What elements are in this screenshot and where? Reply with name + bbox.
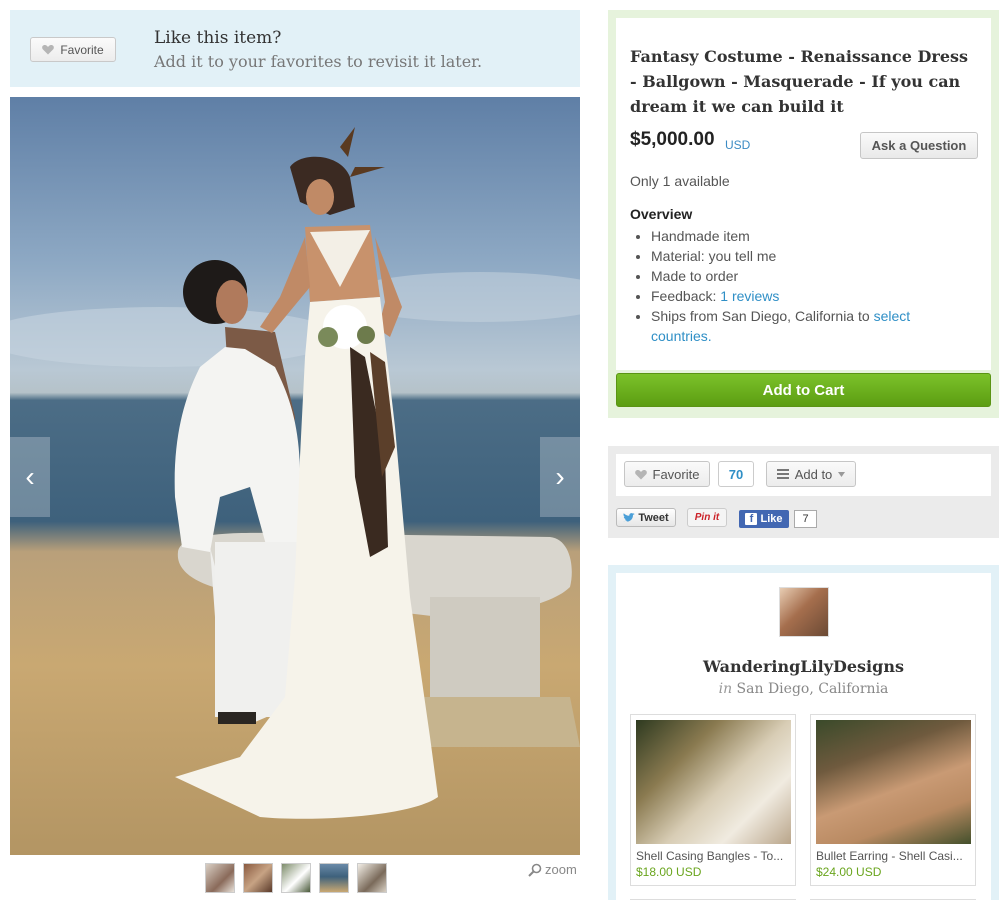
overview-item-handmade: Handmade item [651, 226, 971, 246]
overview-item-feedback: Feedback: 1 reviews [651, 286, 971, 306]
shop-location: in San Diego, California [616, 681, 991, 697]
shop-item-card[interactable]: Bullet Earring - Shell Casi... $24.00 US… [810, 714, 976, 886]
feedback-label: Feedback: [651, 288, 721, 304]
thumbnail-4[interactable] [319, 863, 349, 893]
shop-avatar[interactable] [779, 587, 829, 637]
shop-item-title: Bullet Earring - Shell Casi... [816, 849, 963, 863]
next-image-button[interactable]: › [540, 437, 580, 517]
tweet-button[interactable]: Tweet [616, 508, 676, 527]
shop-item-price: $18.00 USD [636, 865, 702, 879]
shop-item-image [816, 720, 971, 844]
banner-favorite-button[interactable]: Favorite [30, 37, 116, 62]
add-to-cart-button[interactable]: Add to Cart [616, 373, 991, 407]
ask-question-button[interactable]: Ask a Question [860, 132, 978, 159]
social-panel: Favorite 70 Add to Tweet Pin it f Like 7 [608, 446, 999, 538]
shop-item-card[interactable]: Shell Casing Bangles - To... $18.00 USD [630, 714, 796, 886]
overview-list: Handmade item Material: you tell me Made… [651, 226, 971, 346]
favorite-count[interactable]: 70 [718, 461, 754, 487]
chevron-down-icon [838, 471, 846, 477]
thumbnail-2[interactable] [243, 863, 273, 893]
heart-icon [42, 45, 55, 55]
thumbnail-5[interactable] [357, 863, 387, 893]
listing-title: Fantasy Costume - Renaissance Dress - Ba… [630, 47, 969, 116]
photo-illustration [10, 127, 580, 819]
favorite-label: Favorite [652, 466, 700, 482]
pinterest-button[interactable]: Pin it [687, 508, 727, 527]
banner-favorite-label: Favorite [60, 42, 104, 57]
add-to-label: Add to [794, 466, 833, 482]
shop-card: WanderingLilyDesigns in San Diego, Calif… [616, 573, 991, 900]
favorite-button[interactable]: Favorite [624, 461, 710, 487]
banner-title: Like this item? [154, 28, 282, 48]
shop-item-price: $24.00 USD [816, 865, 882, 879]
zoom-link[interactable]: zoom [528, 862, 577, 877]
availability-text: Only 1 available [630, 173, 730, 189]
list-icon [776, 469, 789, 479]
banner-subtitle: Add it to your favorites to revisit it l… [154, 52, 483, 71]
location-prefix: in [718, 681, 733, 697]
listing-price: $5,000.00 [630, 129, 715, 150]
currency-link[interactable]: USD [725, 138, 750, 152]
heart-icon [634, 469, 647, 479]
main-listing-photo[interactable]: ‹ › [10, 97, 580, 855]
facebook-like-button[interactable]: f Like [739, 510, 789, 528]
overview-item-made-to-order: Made to order [651, 266, 971, 286]
magnifier-icon [528, 863, 542, 877]
chevron-right-icon: › [555, 461, 565, 492]
purchase-panel: Fantasy Costume - Renaissance Dress - Ba… [608, 10, 999, 418]
shop-name[interactable]: WanderingLilyDesigns [616, 657, 991, 676]
shop-item-title: Shell Casing Bangles - To... [636, 849, 784, 863]
previous-image-button[interactable]: ‹ [10, 437, 50, 517]
overview-heading: Overview [630, 206, 693, 222]
thumbnail-3[interactable] [281, 863, 311, 893]
overview-item-material: Material: you tell me [651, 246, 971, 266]
purchase-details: Fantasy Costume - Renaissance Dress - Ba… [616, 18, 991, 370]
add-to-list-button[interactable]: Add to [766, 461, 856, 487]
favorite-prompt-banner: Favorite Like this item? Add it to your … [10, 10, 580, 87]
twitter-bird-icon [623, 512, 636, 522]
facebook-icon: f [745, 513, 758, 525]
reviews-link[interactable]: 1 reviews [720, 288, 779, 304]
location-text: San Diego, California [736, 681, 889, 697]
shop-item-image [636, 720, 791, 844]
thumbnail-1[interactable] [205, 863, 235, 893]
like-label: Like [760, 513, 783, 525]
thumbnail-strip [205, 863, 387, 893]
overview-item-shipping: Ships from San Diego, California to sele… [651, 306, 971, 346]
zoom-label: zoom [545, 862, 577, 877]
shop-panel: WanderingLilyDesigns in San Diego, Calif… [608, 565, 999, 900]
shipping-label: Ships from San Diego, California to [651, 308, 874, 324]
tweet-label: Tweet [638, 511, 669, 524]
like-count: 7 [794, 510, 817, 528]
chevron-left-icon: ‹ [25, 461, 35, 492]
